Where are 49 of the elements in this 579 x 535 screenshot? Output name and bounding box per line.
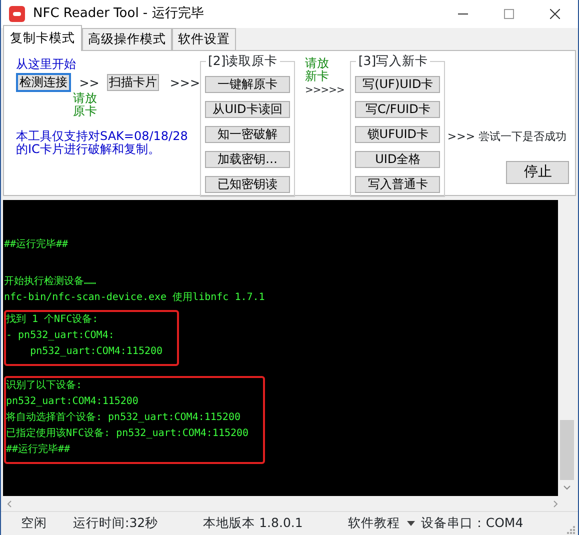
place-card-hint: 请放 原卡 xyxy=(73,92,97,118)
app-icon xyxy=(9,6,25,22)
stop-button[interactable]: 停止 xyxy=(506,160,570,184)
read-button[interactable]: 加载密钥… xyxy=(205,151,290,168)
detect-button[interactable]: 检测连接 xyxy=(16,73,72,92)
write-button[interactable]: 写(UF)UID卡 xyxy=(355,76,440,93)
notice-text: 本工具仅支持对SAK=08/18/28 的IC卡片进行破解和复制。 xyxy=(16,130,188,156)
try-hint: >>> 尝试一下是否成功 xyxy=(447,129,567,145)
console-line: nfc-bin/nfc-scan-device.exe 使用libnfc 1.7.1 xyxy=(4,291,265,305)
scrollbar-thumb[interactable] xyxy=(560,420,574,480)
scroll-right-icon[interactable] xyxy=(553,500,558,508)
read-button[interactable]: 已知密钥读 xyxy=(205,176,290,193)
scan-button[interactable]: 扫描卡片 xyxy=(107,74,159,91)
read-button[interactable]: 知一密破解 xyxy=(205,126,290,143)
group-title: [3]写入新卡 xyxy=(356,54,430,68)
read-button[interactable]: 一键解原卡 xyxy=(205,76,290,93)
caret-icon xyxy=(406,520,415,527)
tutorial-dropdown[interactable]: 软件教程 xyxy=(348,514,415,533)
arrow-text: >>>>> xyxy=(305,84,344,98)
status-text: 设备串口：COM4 xyxy=(420,514,524,532)
console-line: 识别了以下设备: xyxy=(6,378,84,393)
write-button[interactable]: UID全格 xyxy=(355,151,440,168)
tab[interactable]: 软件设置 xyxy=(172,28,236,50)
console-line: 找到 1 个NFC设备: xyxy=(6,312,100,327)
write-button[interactable]: 写入普通卡 xyxy=(355,176,440,193)
scroll-left-icon[interactable] xyxy=(7,500,12,508)
place-card-hint: 请放 新卡 xyxy=(305,57,329,83)
console-line: 开始执行检测设备…… xyxy=(4,274,98,289)
resize-grip-icon[interactable] xyxy=(565,524,575,534)
write-button[interactable]: 写C/FUID卡 xyxy=(355,101,440,118)
group-title: [2]读取原卡 xyxy=(206,54,280,68)
console-line: ##运行完毕## xyxy=(6,442,72,457)
console-line: - pn532_uart:COM4: xyxy=(6,329,116,343)
status-text: 空闲 xyxy=(21,514,47,532)
tab[interactable]: 复制卡模式 xyxy=(3,25,82,51)
console-line: pn532_uart:COM4:115200 xyxy=(6,395,140,409)
read-button[interactable]: 从UID卡读回 xyxy=(205,101,290,118)
status-text: 运行时间:32秒 xyxy=(73,514,158,532)
console-line: 已指定使用该NFC设备: pn532_uart:COM4:115200 xyxy=(6,426,249,441)
write-button[interactable]: 锁UFUID卡 xyxy=(355,126,440,143)
arrow-text: >> xyxy=(79,74,100,92)
console-line: 将自动选择首个设备: pn532_uart:COM4:115200 xyxy=(6,410,242,425)
window-title: NFC Reader Tool - 运行完毕 xyxy=(33,5,204,24)
start-hint: 从这里开始 xyxy=(16,56,77,73)
console-line: ##运行完毕## xyxy=(4,238,68,252)
tab[interactable]: 高级操作模式 xyxy=(82,28,172,50)
arrow-text: >>> xyxy=(170,74,200,92)
console-line: pn532_uart:COM4:115200 xyxy=(29,345,163,359)
status-text: 本地版本 1.8.0.1 xyxy=(203,514,303,532)
